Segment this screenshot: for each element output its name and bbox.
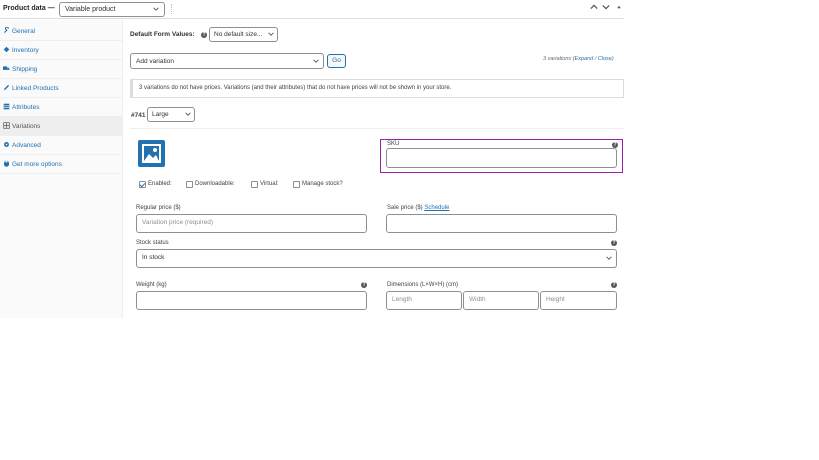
regular-price-placeholder: Variation price (required) (142, 219, 214, 226)
virtual-label: Virtual: (260, 181, 279, 187)
tab-inventory-label: Inventory (12, 47, 39, 54)
plugin-icon (3, 160, 10, 168)
downloadable-label: Downloadable: (195, 181, 235, 187)
weight-input[interactable] (136, 291, 367, 310)
dimensions-label: Dimensions (L×W×H) (cm) (387, 282, 459, 288)
default-form-values-label: Default Form Values: (130, 31, 195, 38)
product-type-value: Variable product (65, 6, 116, 13)
tab-linked-products[interactable]: Linked Products (0, 79, 123, 98)
expand-link[interactable]: Expand (575, 56, 594, 62)
add-variation-value: Add variation (136, 58, 174, 65)
toggle-panel-icon[interactable] (616, 3, 622, 13)
tab-inventory[interactable]: Inventory (0, 41, 123, 60)
regular-price-label: Regular price ($) (136, 205, 181, 211)
wrench-icon (3, 26, 10, 35)
enabled-checkbox[interactable] (139, 181, 146, 188)
product-data-tabs: General Inventory Shipping Linked Produc… (0, 20, 123, 318)
variation-count: 3 variations (Expand / Close) (543, 56, 614, 62)
product-data-title: Product data — (3, 5, 55, 12)
sku-label: SKU (387, 141, 400, 147)
length-placeholder: Length (392, 296, 412, 303)
tab-variations[interactable]: Variations (0, 117, 123, 136)
add-variation-select[interactable]: Add variation (130, 53, 324, 69)
manage-stock-label: Manage stock? (302, 181, 343, 187)
truck-icon (3, 65, 10, 73)
tab-linked-products-label: Linked Products (12, 85, 59, 92)
tab-shipping[interactable]: Shipping (0, 60, 123, 79)
stock-status-label: Stock status (136, 240, 169, 246)
close-link[interactable]: Close (598, 56, 612, 62)
default-size-select[interactable]: No default size... (209, 27, 278, 42)
stock-status-select[interactable]: In stock (136, 249, 617, 268)
move-up-icon[interactable] (590, 3, 598, 13)
product-data-panel: Product data — Variable product General … (0, 0, 624, 318)
chevron-down-icon (313, 58, 319, 66)
chevron-down-icon (185, 111, 191, 119)
tab-get-more-options-label: Get more options (12, 161, 62, 168)
sku-input[interactable] (386, 148, 617, 168)
length-input[interactable]: Length (386, 291, 462, 310)
sale-price-input[interactable] (386, 214, 617, 233)
width-input[interactable]: Width (463, 291, 539, 310)
gear-icon (3, 141, 10, 149)
variation-count-text: 3 variations (543, 56, 572, 62)
variation-id: #741 (131, 112, 146, 119)
tab-get-more-options[interactable]: Get more options (0, 155, 123, 174)
tab-advanced-label: Advanced (12, 142, 41, 149)
help-icon[interactable]: ? (611, 282, 617, 288)
help-icon[interactable]: ? (611, 240, 617, 246)
chevron-down-icon (606, 255, 612, 263)
grid-icon (3, 122, 10, 130)
tab-shipping-label: Shipping (12, 66, 38, 73)
schedule-link[interactable]: Schedule (424, 205, 449, 211)
tab-general-label: General (12, 28, 36, 35)
tab-general[interactable]: General (0, 22, 123, 41)
tab-attributes[interactable]: Attributes (0, 98, 123, 117)
table-icon (3, 103, 10, 111)
variation-size-value: Large (152, 111, 169, 118)
enabled-label: Enabled: (148, 181, 172, 187)
width-placeholder: Width (469, 296, 486, 303)
manage-stock-checkbox[interactable] (293, 181, 300, 188)
help-icon[interactable]: ? (201, 32, 207, 38)
pricing-notice: 3 variations do not have prices. Variati… (130, 79, 624, 98)
tab-attributes-label: Attributes (12, 104, 40, 111)
regular-price-input[interactable]: Variation price (required) (136, 214, 367, 233)
sale-price-label: Sale price ($) (387, 205, 423, 211)
move-down-icon[interactable] (602, 3, 610, 13)
height-placeholder: Height (546, 296, 565, 303)
expand-close-separator: / (594, 56, 597, 62)
tab-variations-label: Variations (12, 123, 41, 130)
variation-image-placeholder-icon[interactable] (138, 140, 165, 167)
diamond-tag-icon (3, 46, 10, 54)
weight-label: Weight (kg) (136, 282, 167, 288)
product-type-select[interactable]: Variable product (59, 2, 165, 17)
virtual-checkbox[interactable] (251, 181, 258, 188)
stock-status-value: In stock (142, 254, 165, 261)
sale-price-label-group: Sale price ($) Schedule (387, 205, 449, 211)
chevron-down-icon (153, 6, 159, 14)
product-data-header: Product data — Variable product (0, 0, 624, 19)
help-icon[interactable]: ? (361, 282, 367, 288)
tab-advanced[interactable]: Advanced (0, 136, 123, 155)
downloadable-checkbox[interactable] (186, 181, 193, 188)
default-size-value: No default size... (214, 31, 263, 38)
variation-size-select[interactable]: Large (147, 107, 195, 122)
height-input[interactable]: Height (540, 291, 617, 310)
go-button[interactable]: Go (327, 54, 346, 68)
link-icon (3, 84, 10, 92)
chevron-down-icon (268, 31, 274, 39)
divider (171, 4, 172, 14)
divider (130, 128, 624, 129)
